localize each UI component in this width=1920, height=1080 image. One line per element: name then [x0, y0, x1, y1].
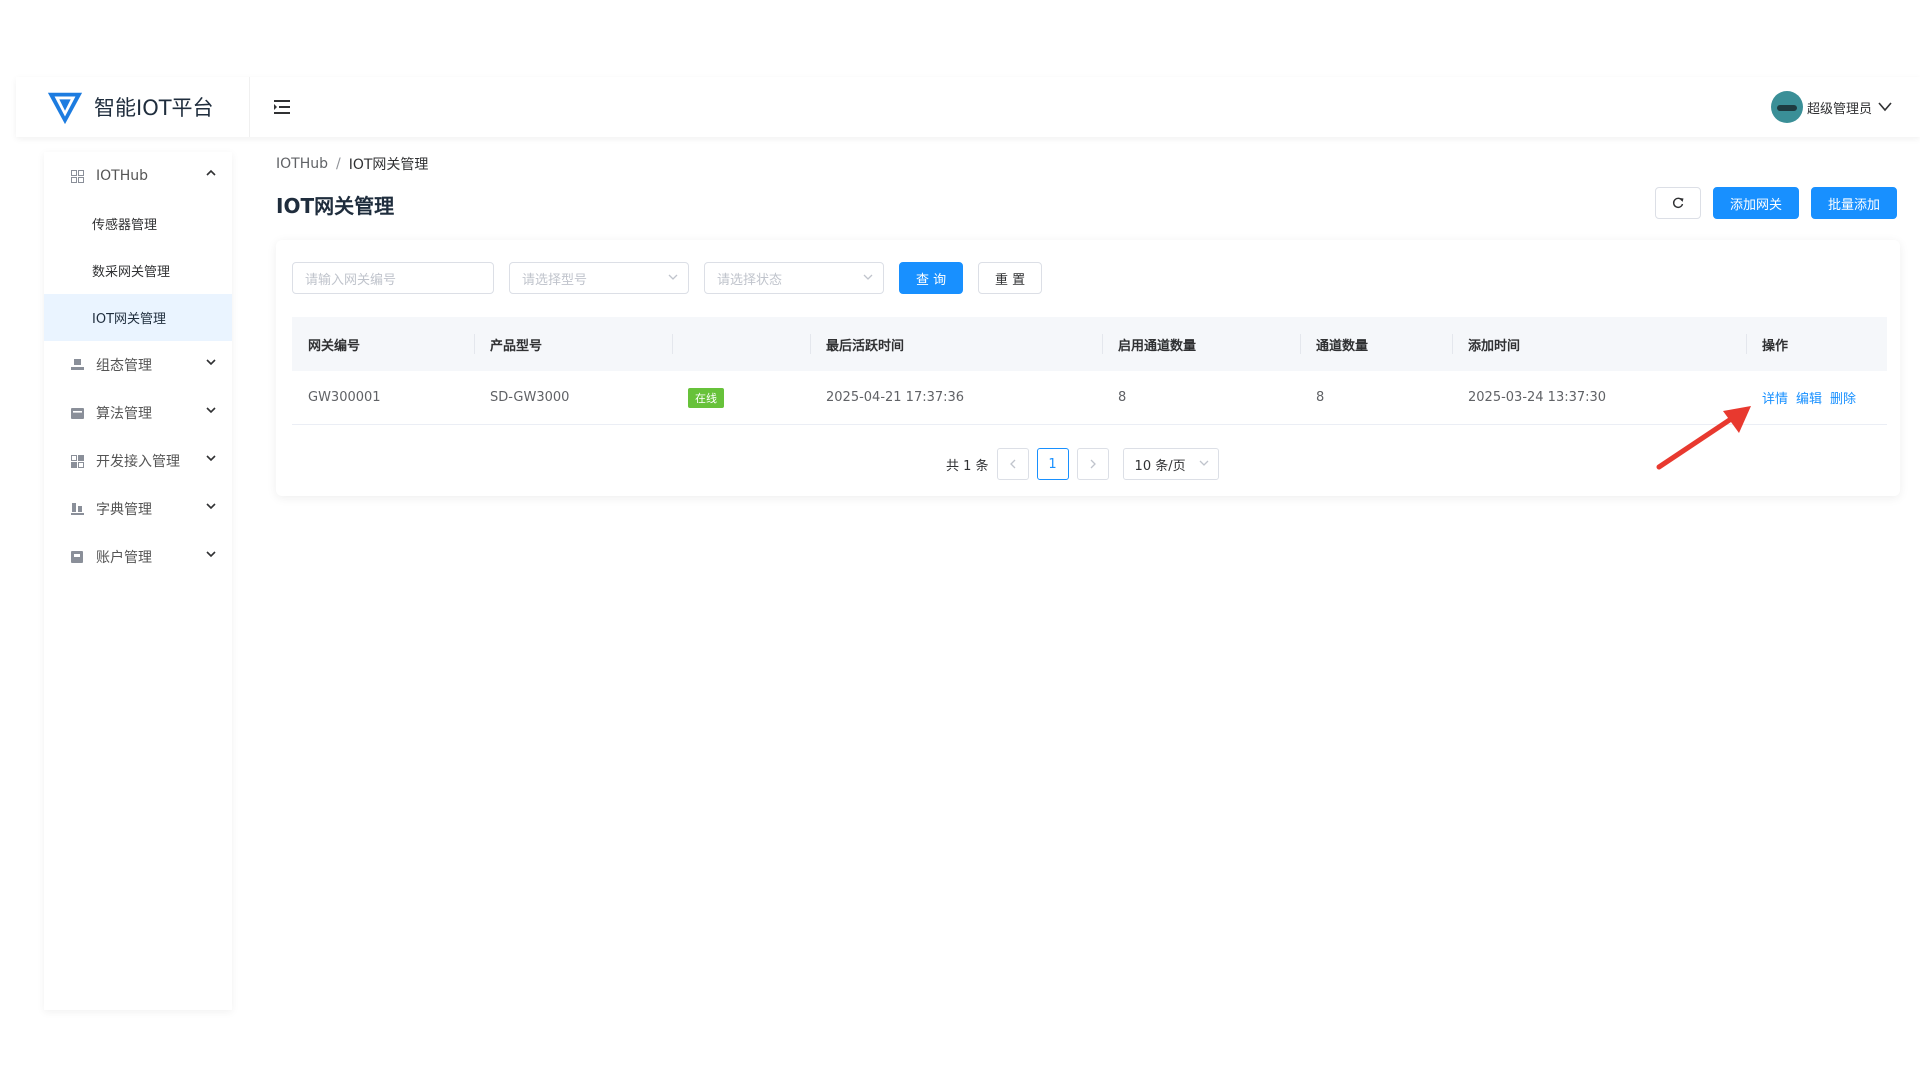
user-name: 超级管理员	[1806, 101, 1872, 117]
sidebar-group-label: 开发接入管理	[96, 454, 180, 470]
col-last-active: 最后活跃时间	[810, 317, 1102, 371]
chevron-down-icon	[206, 551, 216, 558]
status-badge: 在线	[688, 387, 724, 408]
sidebar-group-label: 账户管理	[96, 550, 152, 566]
model-select[interactable]: 请选择型号	[509, 262, 689, 294]
table-header: 网关编号 产品型号 最后活跃时间 启用通道数量 通道数量 添加时间 操作	[292, 317, 1887, 371]
sidebar-group-label: IOTHub	[96, 168, 148, 184]
chevron-down-icon	[668, 274, 678, 280]
col-status	[672, 317, 810, 371]
sidebar-group-configuration[interactable]: 组态管理	[44, 341, 232, 389]
app-root: 智能IOT平台 超级管理员 IOTHub 传感器管理 数采网关管理 IOT网关管…	[0, 0, 1920, 1080]
reset-button[interactable]: 重 置	[978, 262, 1042, 294]
col-enabled-channels: 启用通道数量	[1102, 317, 1300, 371]
status-select[interactable]: 请选择状态	[704, 262, 884, 294]
pagination: 共 1 条 1 10 条/页	[946, 448, 1219, 480]
cell-model: SD-GW3000	[490, 390, 570, 405]
model-select-placeholder: 请选择型号	[522, 272, 588, 288]
col-added-at: 添加时间	[1452, 317, 1746, 371]
prev-page-button[interactable]	[996, 448, 1029, 480]
delete-link[interactable]: 删除	[1830, 388, 1856, 407]
chevron-right-icon	[1090, 459, 1096, 469]
chevron-up-icon	[206, 169, 216, 176]
grid-icon	[70, 169, 84, 183]
col-ops: 操作	[1746, 317, 1887, 371]
query-button[interactable]: 查 询	[899, 262, 963, 294]
sidebar: IOTHub 传感器管理 数采网关管理 IOT网关管理 组态管理 算法管理 开发…	[44, 152, 232, 1010]
qrcode-icon	[70, 454, 84, 468]
logo: 智能IOT平台	[16, 77, 250, 137]
page-actions: 添加网关 批量添加	[1654, 187, 1897, 219]
next-page-button[interactable]	[1076, 448, 1109, 480]
chart-icon	[70, 502, 84, 516]
table-row: GW300001 SD-GW3000 在线 2025-04-21 17:37:3…	[292, 371, 1887, 425]
card-icon	[70, 406, 84, 420]
refresh-button[interactable]	[1654, 187, 1701, 219]
monitor-icon	[70, 358, 84, 372]
col-gateway-no: 网关编号	[308, 338, 361, 354]
cell-status: 在线	[672, 371, 810, 424]
breadcrumb: IOTHub / IOT网关管理	[276, 152, 1900, 176]
cell-enabled-channels: 8	[1118, 390, 1127, 405]
sidebar-group-iothub[interactable]: IOTHub	[44, 152, 232, 200]
page-size-value: 10 条/页	[1134, 458, 1186, 474]
breadcrumb-current: IOT网关管理	[348, 157, 429, 173]
chevron-down-icon	[206, 359, 216, 366]
menu-collapse-icon[interactable]	[272, 97, 292, 117]
chevron-down-icon	[1878, 102, 1892, 112]
user-menu[interactable]: 超级管理员	[1770, 91, 1892, 123]
chevron-down-icon	[206, 455, 216, 462]
batch-add-button[interactable]: 批量添加	[1810, 187, 1897, 219]
avatar	[1770, 91, 1803, 123]
edit-link[interactable]: 编辑	[1796, 388, 1822, 407]
gateway-no-input[interactable]: 请输入网关编号	[292, 262, 494, 294]
detail-link[interactable]: 详情	[1762, 388, 1788, 407]
pagination-total: 共 1 条	[946, 458, 989, 474]
page-number-button[interactable]: 1	[1036, 448, 1069, 480]
chevron-down-icon	[863, 274, 873, 280]
app-title: 智能IOT平台	[94, 96, 214, 120]
add-gateway-button[interactable]: 添加网关	[1712, 187, 1799, 219]
annotation-arrow-icon	[1656, 406, 1751, 470]
chevron-left-icon	[1009, 459, 1016, 469]
chevron-down-icon	[206, 407, 216, 414]
cell-ops: 详情 编辑 删除	[1746, 371, 1887, 424]
sidebar-group-dictionary[interactable]: 字典管理	[44, 485, 232, 533]
breadcrumb-root[interactable]: IOTHub	[276, 156, 328, 172]
chevron-down-icon	[1199, 460, 1209, 466]
top-header: 智能IOT平台 超级管理员	[16, 77, 1920, 137]
cell-last-active: 2025-04-21 17:37:36	[826, 390, 965, 405]
chevron-down-icon	[206, 503, 216, 510]
logo-icon	[47, 92, 83, 125]
col-model: 产品型号	[474, 317, 672, 371]
account-icon	[70, 550, 84, 564]
sidebar-group-dev-access[interactable]: 开发接入管理	[44, 437, 232, 485]
sidebar-group-account[interactable]: 账户管理	[44, 533, 232, 581]
sidebar-group-label: 算法管理	[96, 406, 152, 422]
sidebar-item-daq-gateway[interactable]: 数采网关管理	[44, 247, 232, 294]
refresh-icon	[1672, 197, 1684, 208]
sidebar-item-iot-gateway[interactable]: IOT网关管理	[44, 294, 232, 341]
sidebar-group-algorithm[interactable]: 算法管理	[44, 389, 232, 437]
main-content: IOTHub / IOT网关管理 IOT网关管理 添加网关 批量添加 请输入网关…	[276, 152, 1900, 496]
page-size-select[interactable]: 10 条/页	[1122, 448, 1219, 480]
cell-channels: 8	[1316, 390, 1325, 405]
breadcrumb-separator: /	[336, 156, 341, 172]
status-select-placeholder: 请选择状态	[717, 272, 783, 288]
sidebar-group-label: 组态管理	[96, 358, 152, 374]
sidebar-group-label: 字典管理	[96, 502, 152, 518]
filter-bar: 请输入网关编号 请选择型号 请选择状态 查 询 重 置	[292, 262, 1057, 294]
gateway-table: 网关编号 产品型号 最后活跃时间 启用通道数量 通道数量 添加时间 操作 GW3…	[292, 317, 1887, 425]
col-channels: 通道数量	[1300, 317, 1452, 371]
cell-gateway-no: GW300001	[308, 390, 381, 405]
sidebar-item-sensor[interactable]: 传感器管理	[44, 200, 232, 247]
